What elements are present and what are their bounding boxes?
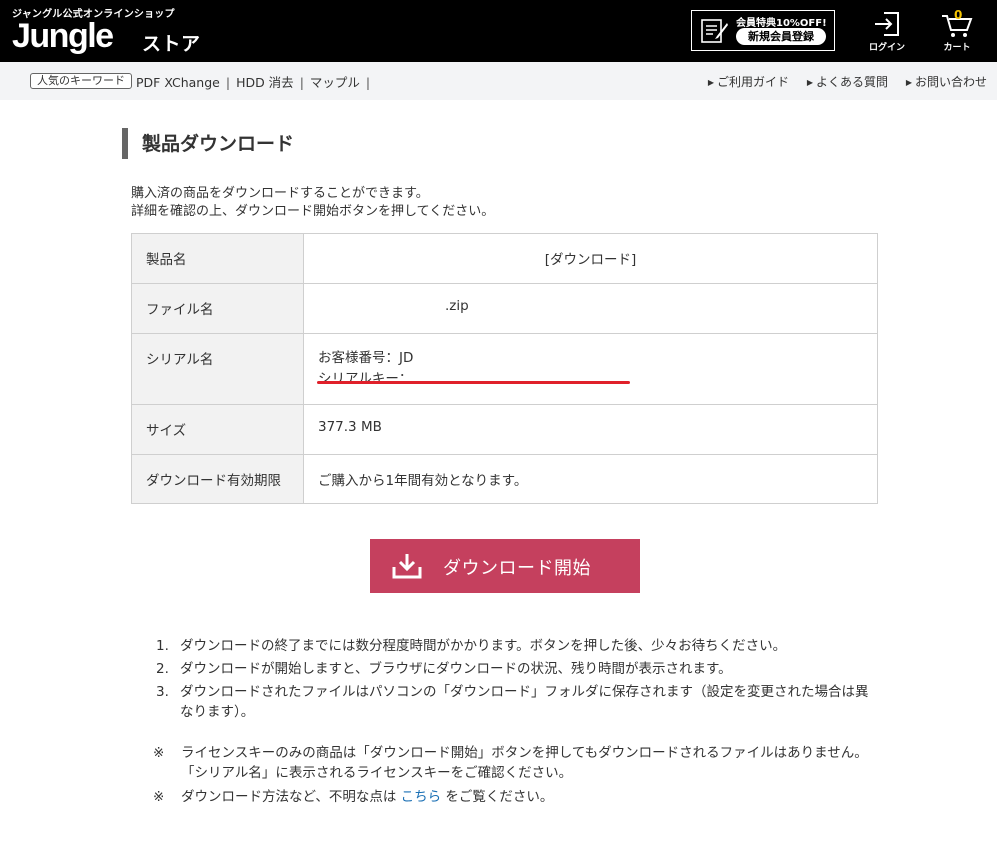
list-number: 3. (156, 684, 169, 700)
serial-label: シリアル名 (131, 333, 304, 405)
login-icon (875, 12, 899, 36)
help-links: ▶ ご利用ガイド ▶ よくある質問 ▶ お問い合わせ (694, 73, 987, 90)
triangle-right-icon: ▶ (905, 78, 912, 87)
popular-keywords-badge: 人気のキーワード (30, 73, 132, 89)
separator: | (299, 75, 304, 90)
download-start-label: ダウンロード開始 (443, 558, 591, 578)
contact-link[interactable]: ▶ お問い合わせ (906, 75, 987, 89)
triangle-right-icon: ▶ (806, 78, 813, 87)
download-notes-list: 1. ダウンロードの終了までには数分程度時間がかかります。ボタンを押した後、少々お… (156, 636, 876, 725)
login-button[interactable]: ログイン (860, 10, 914, 54)
caveat-text: 「シリアル名」に表示されるライセンスキーをご確認ください。 (181, 765, 573, 781)
keyword-link[interactable]: マップル (310, 75, 360, 90)
list-number: 2. (156, 661, 169, 677)
faq-link[interactable]: ▶ よくある質問 (807, 75, 888, 89)
caveat-text: ライセンスキーのみの商品は「ダウンロード開始」ボタンを押してもダウンロードされる… (181, 745, 868, 761)
customer-number: お客様番号：JD (318, 350, 414, 366)
list-number: 1. (156, 638, 169, 654)
serial-key: シリアルキー： (318, 371, 413, 387)
keyword-bar: 人気のキーワード PDF XChange | HDD 消去 | マップル | ▶ ご利用ガイ… (0, 62, 997, 100)
table-row: ファイル名 .zip (131, 283, 878, 334)
product-info-table: 製品名 [ダウンロード] ファイル名 .zip シリアル名 お客様番号：JD シ… (131, 233, 878, 504)
triangle-right-icon: ▶ (707, 78, 714, 87)
table-row: サイズ 377.3 MB (131, 404, 878, 455)
table-row: シリアル名 お客様番号：JD シリアルキー： (131, 333, 878, 405)
promo-caption: 会員特典10%OFF! (736, 18, 827, 29)
contact-link-label: お問い合わせ (914, 75, 987, 89)
cart-count-badge: 0 (954, 8, 963, 22)
page-title: 製品ダウンロード (142, 133, 295, 155)
serial-value: お客様番号：JD シリアルキー： (303, 333, 878, 405)
intro-line: 購入済の商品をダウンロードすることができます。 (131, 186, 429, 201)
size-value: 377.3 MB (303, 404, 878, 455)
site-header: ジャングル公式オンラインショップ Jungle ストア 会員特典10%OFF! … (0, 0, 997, 62)
list-text: ダウンロードが開始しますと、ブラウザにダウンロードの状況、残り時間が表示されます… (180, 661, 732, 677)
intro-line: 詳細を確認の上、ダウンロード開始ボタンを押してください。 (131, 204, 495, 219)
intro-text: 購入済の商品をダウンロードすることができます。 詳細を確認の上、ダウンロード開始… (131, 185, 494, 221)
guide-link[interactable]: ▶ ご利用ガイド (708, 75, 789, 89)
caveat-text: ダウンロード方法など、不明な点は (181, 789, 397, 805)
table-row: ダウンロード有効期限 ご購入から1年間有効となります。 (131, 454, 878, 504)
register-button[interactable]: 新規会員登録 (736, 28, 826, 45)
download-icon (392, 554, 422, 579)
list-item: 1. ダウンロードの終了までには数分程度時間がかかります。ボタンを押した後、少々お… (156, 636, 876, 656)
expiry-label: ダウンロード有効期限 (131, 454, 304, 504)
member-promo-banner[interactable]: 会員特典10%OFF! 新規会員登録 (691, 10, 835, 51)
caveat-item: ※ ダウンロード方法など、不明な点は こちら をご覧ください。 (153, 787, 893, 807)
list-item: 3. ダウンロードされたファイルはパソコンの「ダウンロード」フォルダに保存されます… (156, 682, 876, 722)
serial-highlight-underline (317, 381, 630, 384)
separator: | (225, 75, 231, 90)
table-row: 製品名 [ダウンロード] (131, 233, 878, 284)
login-label: ログイン (868, 43, 905, 53)
download-start-button[interactable]: ダウンロード開始 (370, 539, 640, 593)
site-logo-suffix[interactable]: ストア (142, 29, 201, 56)
popular-keywords-list: PDF XChange | HDD 消去 | マップル | (136, 72, 376, 91)
separator: | (365, 75, 371, 90)
help-here-link[interactable]: こちら (401, 789, 442, 805)
list-text: ダウンロードの終了までには数分程度時間がかかります。ボタンを押した後、少々お待ち… (180, 638, 787, 654)
cart-button[interactable]: 0 カート (930, 8, 984, 54)
product-name-label: 製品名 (131, 233, 304, 284)
site-logo[interactable]: Jungle (12, 18, 114, 54)
file-name-value: .zip (303, 283, 878, 334)
list-item: 2. ダウンロードが開始しますと、ブラウザにダウンロードの状況、残り時間が表示され… (156, 659, 876, 679)
keyword-link[interactable]: HDD 消去 (236, 75, 294, 90)
cart-label: カート (943, 43, 971, 53)
list-text: ダウンロードされたファイルはパソコンの「ダウンロード」フォルダに保存されます（設… (180, 684, 869, 720)
caveats: ※ ライセンスキーのみの商品は「ダウンロード開始」ボタンを押してもダウンロードさ… (153, 743, 893, 811)
guide-link-label: ご利用ガイド (716, 75, 789, 89)
keyword-link[interactable]: PDF XChange (136, 75, 220, 90)
title-accent-bar (122, 128, 128, 159)
caveat-text: をご覧ください。 (445, 789, 554, 805)
file-name-label: ファイル名 (131, 283, 304, 334)
expiry-value: ご購入から1年間有効となります。 (303, 454, 878, 504)
caveat-item: ※ ライセンスキーのみの商品は「ダウンロード開始」ボタンを押してもダウンロードさ… (153, 743, 893, 783)
product-name-value: [ダウンロード] (303, 233, 878, 284)
document-pen-icon (701, 19, 728, 43)
faq-link-label: よくある質問 (815, 75, 888, 89)
size-label: サイズ (131, 404, 304, 455)
note-mark: ※ (153, 789, 165, 805)
note-mark: ※ (153, 745, 165, 761)
